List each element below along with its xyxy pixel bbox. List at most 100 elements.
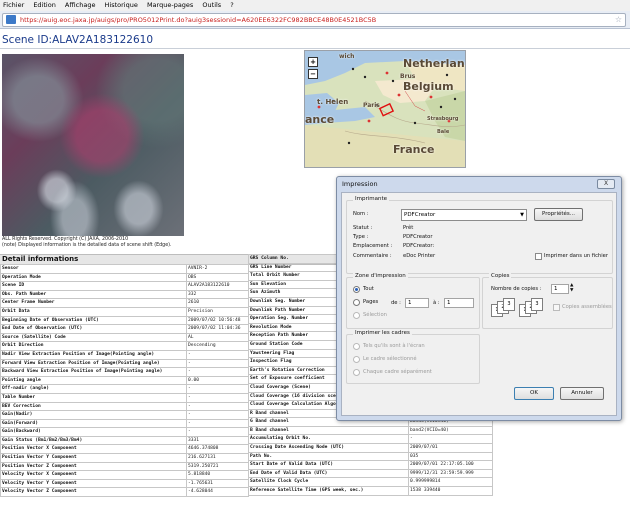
range-from-input[interactable]: 1: [405, 298, 429, 308]
detail-value: 3331: [186, 435, 249, 446]
detail-key: Nadir View Extraction Position of Image(…: [0, 349, 187, 360]
table-row: Start Date of Valid Data (UTC) 2009/07/01…: [248, 460, 493, 470]
detail-key: End Date of Observation (UTC): [0, 324, 187, 334]
printer-name-select[interactable]: PDFCreator ▼: [401, 209, 527, 221]
frames-screen-radio[interactable]: [353, 343, 360, 350]
url-field[interactable]: https://auig.eoc.jaxa.jp/auigs/pro/PRO50…: [2, 13, 626, 27]
detail-value: -: [186, 410, 249, 420]
print-frames-group: Imprimer les cadres Tels qu'ils sont à l…: [346, 330, 480, 384]
location-map[interactable]: + − Netherlands Belgium France ance t. H…: [304, 50, 466, 168]
frames-selected-radio[interactable]: [353, 356, 360, 363]
range-to-input[interactable]: 1: [444, 298, 474, 308]
detail-value: 9999/12/31 23:59:59.999: [408, 468, 493, 479]
table-row: Reference Satellite Time (GPS week, sec.…: [248, 486, 493, 496]
detail-key: Path No.: [248, 451, 409, 462]
bookmark-star-icon[interactable]: ☆: [615, 14, 622, 26]
printer-group: Imprimante Nom : PDFCreator ▼ Propriétés…: [346, 196, 613, 274]
map-label-bale: Bale: [437, 129, 450, 135]
frames-each-radio[interactable]: [353, 369, 360, 376]
detail-key: Reference Satellite Time (GPS week, sec.…: [248, 486, 409, 496]
range-pages-radio[interactable]: [353, 299, 360, 306]
properties-button[interactable]: Propriétés...: [534, 208, 583, 221]
collate-checkbox[interactable]: [553, 304, 560, 311]
map-zoom-out-button[interactable]: −: [308, 69, 318, 79]
printer-comment-value: eDoc Printer: [403, 253, 436, 259]
detail-value: 5319.250721: [186, 461, 249, 472]
detail-key: Pointing angle: [0, 375, 187, 386]
detail-key: End Date of Valid Data (UTC): [248, 468, 409, 479]
range-selection-radio[interactable]: [353, 312, 360, 319]
copies-spinner-icon[interactable]: ▲ ▼: [570, 283, 573, 293]
frames-screen-label: Tels qu'ils sont à l'écran: [363, 343, 425, 349]
dialog-body: Imprimante Nom : PDFCreator ▼ Propriétés…: [341, 192, 617, 416]
map-label-france: France: [393, 143, 435, 156]
table-row: Obs. Path Number 332: [0, 289, 249, 300]
detail-key: Velocity Vector X Component: [0, 470, 187, 480]
frames-selected-label: Le cadre sélectionné: [363, 356, 417, 362]
map-label-netherlands: Netherlands: [403, 57, 465, 70]
printer-name-label: Nom :: [353, 211, 369, 217]
detail-key: Position Vector Y Component: [0, 453, 187, 463]
cancel-button[interactable]: Annuler: [560, 387, 604, 400]
detail-key: Crossing Date Ascending Node (UTC): [248, 443, 409, 453]
menu-edit[interactable]: Edition: [33, 1, 56, 9]
table-row: B Band channel band2(VCIO=40): [248, 425, 493, 436]
copies-count-input[interactable]: 1: [551, 284, 569, 294]
detail-key: BEV Correction: [0, 401, 187, 412]
detail-key: Gain(Backward): [0, 427, 187, 437]
print-dialog: Impression X Imprimante Nom : PDFCreator…: [336, 176, 622, 421]
collate-page-icon: 3: [531, 298, 543, 311]
range-pages-label: Pages: [363, 299, 379, 305]
table-row: Center Frame Number 2610: [0, 298, 249, 308]
ok-button[interactable]: OK: [514, 387, 554, 400]
chevron-down-icon: ▼: [520, 212, 524, 218]
detail-value: -: [408, 434, 493, 445]
detail-value: 5.818840: [186, 470, 249, 480]
detail-key: Velocity Vector Z Component: [0, 487, 187, 498]
detail-value: 2009/07/01: [408, 443, 493, 453]
dialog-close-button[interactable]: X: [597, 179, 615, 189]
printer-name-value: PDFCreator: [404, 212, 436, 218]
copyright-note: ALL Rights Reserved. Copyright (C) JAXA,…: [2, 237, 192, 249]
map-label-strasbourg: Strasbourg: [427, 116, 459, 122]
url-text: https://auig.eoc.jaxa.jp/auigs/pro/PRO50…: [20, 16, 377, 24]
menu-view[interactable]: Affichage: [65, 1, 96, 9]
title-divider: [0, 48, 630, 49]
menu-help[interactable]: ?: [230, 1, 233, 9]
print-to-file-checkbox[interactable]: [535, 253, 542, 260]
site-identity-icon[interactable]: [6, 15, 16, 24]
detail-key: Backward View Extraction Position of Ima…: [0, 367, 187, 377]
map-zoom-in-button[interactable]: +: [308, 57, 318, 67]
range-all-radio[interactable]: [353, 286, 360, 293]
detail-value: -: [186, 349, 249, 360]
table-row: Velocity Vector Y Component -1.765631: [0, 478, 249, 489]
menu-file[interactable]: Fichier: [3, 1, 24, 9]
detail-value: AL: [186, 332, 249, 343]
detail-value: 4646.374808: [186, 444, 249, 455]
detail-key: Orbit Direction: [0, 341, 187, 351]
detail-key: Operation Mode: [0, 272, 187, 283]
detail-value: 2009/07/01 22:17:05.100: [408, 460, 493, 470]
detail-value: 1538 339440: [408, 486, 493, 496]
page-bottom: [0, 503, 630, 508]
printer-location-label: Emplacement :: [353, 243, 393, 249]
detail-key: Satellite Clock Cycle: [248, 477, 409, 488]
collate-label: Copies assemblées: [562, 304, 612, 310]
detail-key: Gain(Nadir): [0, 410, 187, 420]
table-row: Gain(Nadir) -: [0, 410, 249, 420]
map-label-wich: wich: [339, 53, 355, 60]
detail-key: Accumulating Orbit No.: [248, 434, 409, 445]
detail-value: -: [186, 427, 249, 437]
menu-history[interactable]: Historique: [105, 1, 138, 9]
menu-bookmarks[interactable]: Marque-pages: [147, 1, 193, 9]
dialog-title: Impression: [342, 180, 378, 188]
copies-count-label: Nombre de copies :: [491, 286, 542, 292]
detail-value: 332: [186, 289, 249, 300]
copies-group-label: Copies: [489, 273, 512, 279]
menu-tools[interactable]: Outils: [202, 1, 221, 9]
detail-value: -: [186, 418, 249, 429]
table-row: Position Vector Y Component 216.627131: [0, 453, 249, 463]
range-from-label: de :: [391, 300, 401, 306]
detail-value: -: [186, 401, 249, 412]
detail-value: 216.627131: [186, 453, 249, 463]
